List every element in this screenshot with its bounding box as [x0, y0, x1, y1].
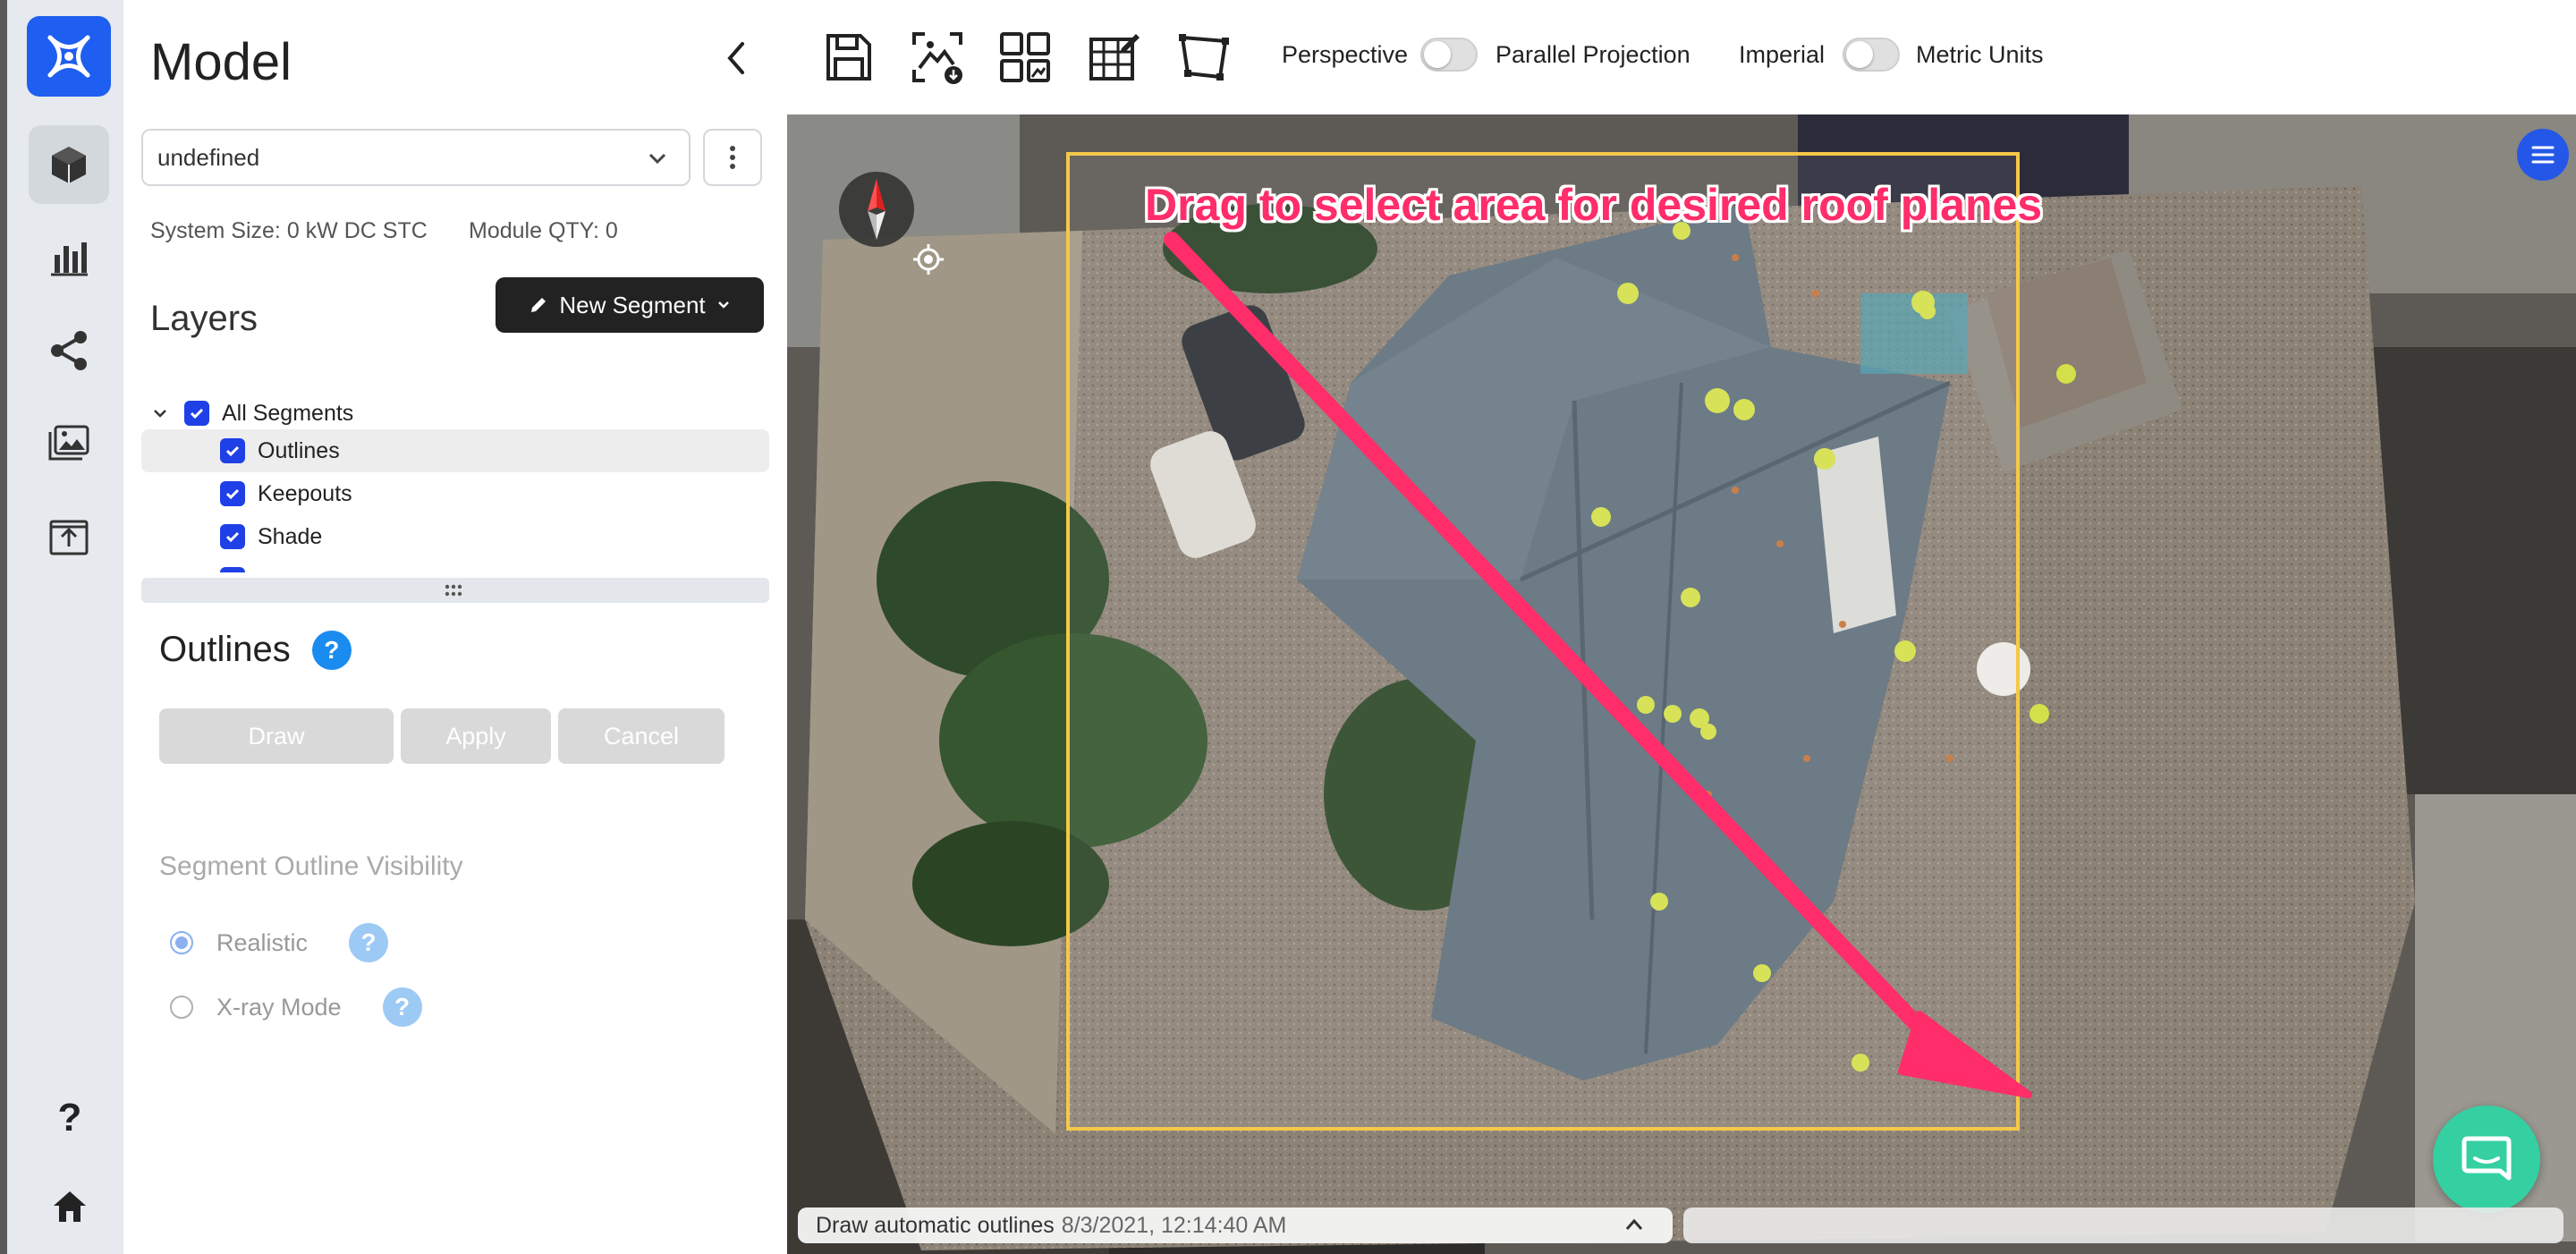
checkbox-outlines[interactable]: [220, 438, 245, 463]
metric-units-label: Metric Units: [1916, 41, 2044, 68]
model-viewport[interactable]: Drag to select area for desired roof pla…: [787, 114, 2576, 1254]
save-icon[interactable]: [814, 23, 882, 91]
grip-dots-icon: [445, 584, 462, 597]
grid-edit-icon[interactable]: [1080, 23, 1148, 91]
perspective-label: Perspective: [1282, 41, 1409, 68]
units-toggle[interactable]: [1843, 38, 1900, 72]
layer-partial: [141, 558, 769, 572]
app-logo-icon[interactable]: [27, 16, 111, 97]
new-segment-label: New Segment: [559, 291, 706, 318]
more-options-button[interactable]: [703, 129, 762, 186]
realistic-help-icon[interactable]: ?: [349, 923, 389, 962]
chevron-down-icon[interactable]: [148, 405, 172, 421]
hamburger-menu-icon: [2531, 146, 2555, 164]
bar-chart-icon[interactable]: [29, 218, 109, 297]
radio-realistic[interactable]: Realistic ?: [170, 923, 389, 962]
parallel-projection-label: Parallel Projection: [1496, 41, 1690, 68]
checkbox-keepouts[interactable]: [220, 481, 245, 506]
status-label: Draw automatic outlines: [816, 1212, 1055, 1238]
activity-status-bar[interactable]: Draw automatic outlines 8/3/2021, 12:14:…: [798, 1207, 1673, 1243]
secondary-status-bar: [1683, 1207, 2563, 1243]
layer-outlines[interactable]: Outlines: [141, 429, 769, 472]
layer-label: Outlines: [258, 437, 340, 463]
layer-label: Shade: [258, 523, 323, 549]
kebab-menu-icon: [730, 146, 735, 169]
design-select-value: undefined: [157, 143, 260, 171]
roof-shape-icon[interactable]: [1170, 23, 1238, 91]
radio-label: Realistic: [216, 928, 309, 956]
outlines-section-title: Outlines ?: [159, 630, 352, 670]
layer-label: All Segments: [222, 400, 354, 426]
radio-label: X-ray Mode: [216, 993, 342, 1021]
status-timestamp: 8/3/2021, 12:14:40 AM: [1061, 1212, 1287, 1238]
resize-handle[interactable]: [141, 578, 769, 603]
projection-toggle[interactable]: [1420, 38, 1478, 72]
xray-help-icon[interactable]: ?: [382, 987, 422, 1027]
checkbox-partial: [220, 567, 245, 572]
home-icon[interactable]: [43, 1179, 97, 1233]
top-toolbar: Perspective Parallel Projection Imperial…: [787, 0, 2576, 114]
radio-xray[interactable]: X-ray Mode ?: [170, 987, 422, 1027]
chevron-left-icon: [727, 42, 744, 74]
new-segment-button[interactable]: New Segment: [496, 277, 764, 333]
outlines-title-text: Outlines: [159, 630, 291, 669]
visibility-title: Segment Outline Visibility: [159, 852, 463, 881]
layers-title: Layers: [150, 299, 258, 338]
image-download-icon[interactable]: [903, 23, 971, 91]
module-qty: Module QTY: 0: [469, 218, 618, 243]
chat-support-button[interactable]: [2433, 1106, 2540, 1213]
imperial-label: Imperial: [1739, 41, 1826, 68]
design-select[interactable]: undefined: [141, 129, 691, 186]
radio-realistic-control[interactable]: [170, 931, 193, 954]
help-icon[interactable]: ?: [43, 1091, 97, 1145]
page-title: Model: [150, 33, 292, 91]
share-icon[interactable]: [29, 311, 109, 390]
chevron-up-icon[interactable]: [1624, 1216, 1644, 1233]
model-cube-icon[interactable]: [29, 125, 109, 204]
instruction-annotation: Drag to select area for desired roof pla…: [1145, 180, 2043, 230]
checkbox-shade[interactable]: [220, 524, 245, 549]
outlines-help-icon[interactable]: ?: [311, 630, 352, 670]
left-rail: ?: [0, 0, 123, 1254]
layout-grid-icon[interactable]: [991, 23, 1059, 91]
map-menu-button[interactable]: [2517, 129, 2569, 181]
chevron-down-icon: [717, 301, 729, 309]
layer-shade[interactable]: Shade: [141, 515, 769, 558]
aerial-imagery: [787, 114, 2576, 1254]
system-size: System Size: 0 kW DC STC: [150, 218, 428, 243]
pencil-icon: [531, 298, 547, 312]
layer-label: Keepouts: [258, 480, 352, 506]
checkbox-all-segments[interactable]: [184, 401, 209, 426]
chat-icon: [2462, 1136, 2512, 1181]
draw-button[interactable]: Draw: [159, 708, 394, 764]
layers-tree: All Segments Outlines Keepouts Shade: [141, 385, 769, 572]
apply-button[interactable]: Apply: [401, 708, 551, 764]
collapse-panel-button[interactable]: [714, 36, 758, 80]
radio-xray-control[interactable]: [170, 996, 193, 1019]
chevron-down-icon: [648, 153, 666, 165]
image-gallery-icon[interactable]: [29, 404, 109, 483]
layer-all-segments[interactable]: All Segments: [141, 392, 767, 435]
cancel-button[interactable]: Cancel: [558, 708, 724, 764]
model-panel: Model undefined System Size: 0 kW DC STC…: [123, 0, 787, 1254]
upload-icon[interactable]: [29, 497, 109, 576]
layer-keepouts[interactable]: Keepouts: [141, 472, 769, 515]
